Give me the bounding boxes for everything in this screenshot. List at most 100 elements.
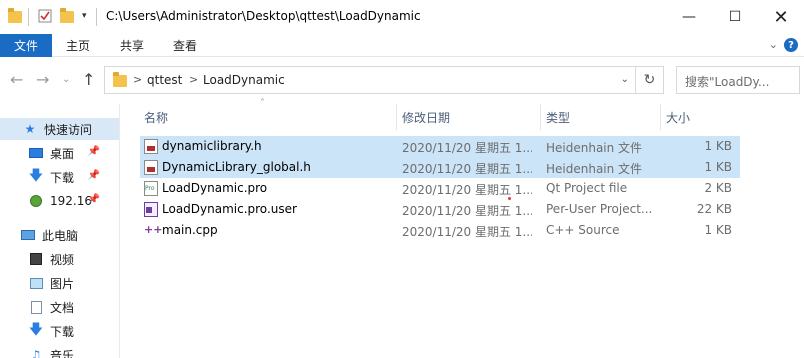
file-size: 2 KB xyxy=(704,181,732,195)
table-row[interactable]: DynamicLibrary_global.h 2020/11/20 星期五 1… xyxy=(140,157,740,178)
refresh-icon[interactable]: ↻ xyxy=(635,67,663,93)
file-name: dynamiclibrary.h xyxy=(162,139,262,153)
file-type: C++ Source xyxy=(546,223,620,237)
nav-item-downloads[interactable]: 🡇 下载 📌 xyxy=(0,166,119,188)
pin-icon: 📌 xyxy=(87,194,100,205)
new-folder-icon[interactable] xyxy=(60,8,74,23)
column-header-type[interactable]: 类型 xyxy=(546,109,570,126)
ribbon-tabs: 文件 主页 共享 查看 ⌄ ? xyxy=(0,34,804,57)
maximize-icon[interactable]: ☐ xyxy=(712,0,758,34)
download-icon: 🡇 xyxy=(28,168,44,184)
back-arrow-icon[interactable]: ← xyxy=(10,70,23,89)
file-date: 2020/11/20 星期五 1... xyxy=(402,183,532,197)
chevron-right-icon[interactable]: > xyxy=(133,73,142,86)
breadcrumb-qttest[interactable]: qttest xyxy=(147,73,182,87)
address-bar[interactable]: > qttest > LoadDynamic ⌄ ↻ xyxy=(104,66,664,94)
computer-icon xyxy=(20,228,36,242)
column-header-date[interactable]: 修改日期 xyxy=(402,109,450,126)
documents-icon xyxy=(28,300,44,314)
up-arrow-icon[interactable]: ↑ xyxy=(82,70,95,89)
tab-home[interactable]: 主页 xyxy=(66,34,90,57)
file-name: main.cpp xyxy=(162,223,218,237)
table-row[interactable]: dynamiclibrary.h 2020/11/20 星期五 1... Hei… xyxy=(140,136,740,157)
close-icon[interactable]: ✕ xyxy=(758,0,804,34)
navigation-pane: ★ 快速访问 桌面 📌 🡇 下载 📌 192.16 📌 此电脑 视频 图片 文档… xyxy=(0,104,120,358)
properties-check-icon[interactable] xyxy=(38,9,52,23)
header-file-icon xyxy=(144,160,158,175)
music-icon: ♫ xyxy=(30,348,42,358)
search-placeholder: 搜索"LoadDy... xyxy=(685,75,770,89)
forward-arrow-icon[interactable]: → xyxy=(36,70,49,89)
sort-ascending-icon: ˄ xyxy=(260,98,265,109)
nav-item-desktop[interactable]: 桌面 📌 xyxy=(0,142,119,164)
nav-item-network-share[interactable]: 192.16 📌 xyxy=(0,190,119,212)
header-file-icon xyxy=(144,139,158,154)
nav-item-this-pc[interactable]: 此电脑 xyxy=(0,224,119,246)
customize-dropdown-icon[interactable]: ▾ xyxy=(82,11,96,25)
file-date: 2020/11/20 星期五 1... xyxy=(402,225,532,239)
file-size: 1 KB xyxy=(704,223,732,237)
file-type: Heidenhain 文件 xyxy=(546,141,643,155)
nav-item-pictures[interactable]: 图片 xyxy=(0,272,119,294)
cursor-dot xyxy=(508,197,511,200)
minimize-icon[interactable]: — xyxy=(666,0,712,34)
file-date: 2020/11/20 星期五 1... xyxy=(402,141,532,155)
folder-icon xyxy=(113,72,127,87)
pin-icon: 📌 xyxy=(87,170,100,181)
breadcrumb-loaddynamic[interactable]: LoadDynamic xyxy=(203,73,285,87)
cpp-file-icon: ++ xyxy=(144,223,163,236)
nav-item-quick-access[interactable]: ★ 快速访问 xyxy=(0,118,119,140)
folder-icon xyxy=(8,8,22,23)
title-bar: ▾ C:\Users\Administrator\Desktop\qttest\… xyxy=(0,0,804,34)
nav-item-documents[interactable]: 文档 xyxy=(0,296,119,318)
column-divider[interactable] xyxy=(396,104,397,130)
search-input[interactable]: 搜索"LoadDy... xyxy=(676,66,800,94)
expand-ribbon-icon[interactable]: ⌄ xyxy=(769,38,778,51)
table-row[interactable]: LoadDynamic.pro.user 2020/11/20 星期五 1...… xyxy=(140,199,740,220)
tab-share[interactable]: 共享 xyxy=(120,34,144,57)
nav-item-label: 192.16 xyxy=(50,194,92,208)
toolbar-divider xyxy=(96,8,97,26)
tab-file[interactable]: 文件 xyxy=(0,34,52,57)
file-size: 1 KB xyxy=(704,160,732,174)
table-row[interactable]: ++ main.cpp 2020/11/20 星期五 1... C++ Sour… xyxy=(140,220,740,241)
qt-project-icon xyxy=(144,181,158,196)
nav-item-downloads-pc[interactable]: 🡇 下载 xyxy=(0,320,119,342)
file-name: LoadDynamic.pro xyxy=(162,181,268,195)
nav-item-videos[interactable]: 视频 xyxy=(0,248,119,270)
nav-item-label: 下载 xyxy=(50,170,75,185)
recent-locations-icon[interactable]: ⌄ xyxy=(62,74,70,85)
user-project-icon xyxy=(144,202,158,217)
address-history-dropdown-icon[interactable]: ⌄ xyxy=(621,74,629,85)
nav-item-label: 下载 xyxy=(50,324,75,339)
help-icon[interactable]: ? xyxy=(784,38,798,52)
file-date: 2020/11/20 星期五 1... xyxy=(402,204,532,218)
window-title: C:\Users\Administrator\Desktop\qttest\Lo… xyxy=(106,9,421,23)
video-icon xyxy=(28,252,44,266)
nav-item-label: 视频 xyxy=(50,252,75,267)
file-size: 22 KB xyxy=(696,202,732,216)
file-date: 2020/11/20 星期五 1... xyxy=(402,162,532,176)
toolbar-divider xyxy=(28,8,29,26)
nav-item-label: 此电脑 xyxy=(42,228,79,243)
network-share-icon xyxy=(28,194,44,208)
nav-item-label: 图片 xyxy=(50,276,75,291)
nav-item-label: 文档 xyxy=(50,300,75,315)
tab-view[interactable]: 查看 xyxy=(173,34,197,57)
pin-icon: 📌 xyxy=(87,146,100,157)
column-header-size[interactable]: 大小 xyxy=(666,109,690,126)
chevron-right-icon[interactable]: > xyxy=(189,73,198,86)
nav-item-label: 桌面 xyxy=(50,146,75,161)
file-list: ˄ 名称 修改日期 类型 大小 dynamiclibrary.h 2020/11… xyxy=(136,98,740,358)
table-row[interactable]: LoadDynamic.pro 2020/11/20 星期五 1... Qt P… xyxy=(140,178,740,199)
nav-item-music[interactable]: ♫ 音乐 xyxy=(0,344,119,358)
column-divider[interactable] xyxy=(540,104,541,130)
download-icon: 🡇 xyxy=(28,322,44,338)
file-type: Heidenhain 文件 xyxy=(546,162,643,176)
file-size: 1 KB xyxy=(704,139,732,153)
star-icon: ★ xyxy=(24,122,36,136)
nav-item-label: 快速访问 xyxy=(44,122,93,137)
column-header-name[interactable]: 名称 xyxy=(144,109,168,126)
column-divider[interactable] xyxy=(660,104,661,130)
nav-item-label: 音乐 xyxy=(50,348,75,358)
